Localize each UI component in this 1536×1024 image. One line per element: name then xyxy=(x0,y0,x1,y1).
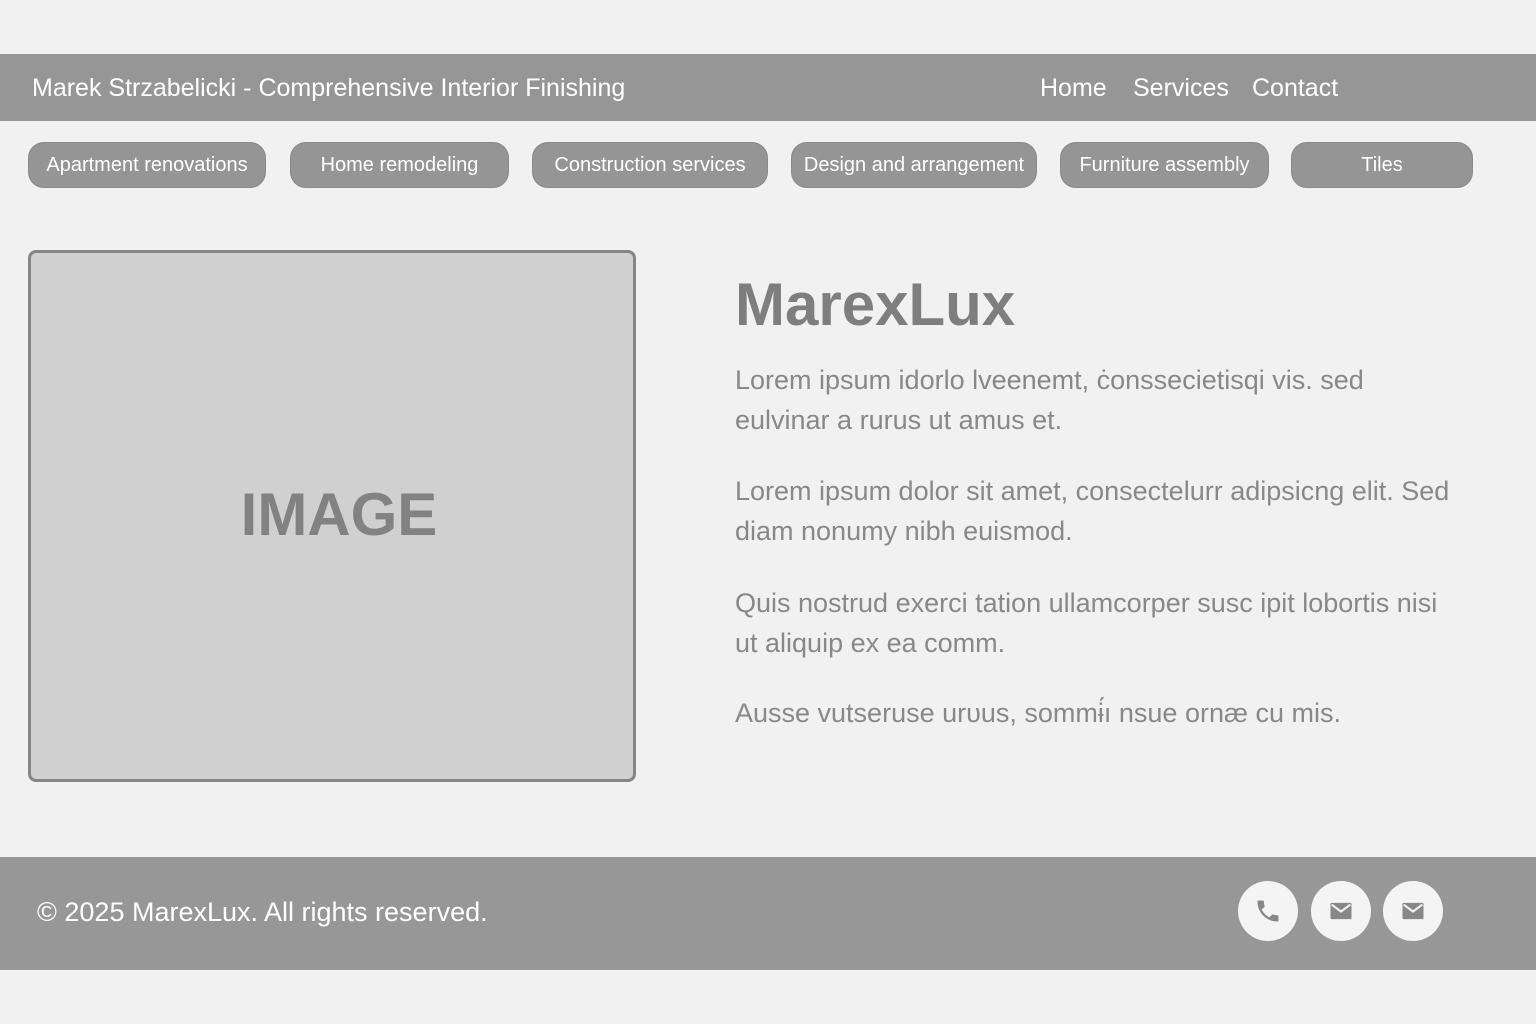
nav-services-link[interactable]: Services xyxy=(1133,74,1229,102)
message-button[interactable] xyxy=(1383,881,1443,941)
hero-paragraph: Lorem ipsum idorlo lveenemt, ċonssecieti… xyxy=(735,365,1364,435)
image-placeholder: IMAGE xyxy=(28,250,636,782)
email-button[interactable] xyxy=(1311,881,1371,941)
category-design-arrangement-button[interactable]: Design and arrangement xyxy=(791,142,1037,188)
footer: © 2025 MarexLux. All rights reserved. xyxy=(0,857,1536,970)
brand-heading: MarexLux xyxy=(735,271,1016,338)
hero-paragraph: Lorem ipsum dolor sit amet, consectelurr… xyxy=(735,476,1450,546)
category-home-remodeling-button[interactable]: Home remodeling xyxy=(290,142,509,188)
category-tiles-button[interactable]: Tiles xyxy=(1291,142,1473,188)
top-navigation-bar: Marek Strzabelicki - Comprehensive Inter… xyxy=(0,54,1536,121)
nav-home-link[interactable]: Home xyxy=(1040,74,1107,102)
image-placeholder-label: IMAGE xyxy=(240,481,438,548)
copyright-text: © 2025 MarexLux. All rights reserved. xyxy=(37,897,488,927)
hero-paragraph: Ausse vutseruse urυus, sommɨ́ı nsue ornæ… xyxy=(735,698,1341,728)
mail-icon xyxy=(1327,897,1355,925)
nav-contact-link[interactable]: Contact xyxy=(1252,74,1338,102)
category-construction-services-button[interactable]: Construction services xyxy=(532,142,768,188)
category-furniture-assembly-button[interactable]: Furniture assembly xyxy=(1060,142,1269,188)
page: Marek Strzabelicki - Comprehensive Inter… xyxy=(0,0,1536,1024)
site-title[interactable]: Marek Strzabelicki - Comprehensive Inter… xyxy=(32,74,625,102)
hero-paragraph: Quis nostrud exerci tation ullamcorper s… xyxy=(735,588,1438,658)
phone-icon xyxy=(1254,897,1282,925)
phone-button[interactable] xyxy=(1238,881,1298,941)
category-apartment-renovations-button[interactable]: Apartment renovations xyxy=(28,142,266,188)
mail-icon xyxy=(1399,897,1427,925)
